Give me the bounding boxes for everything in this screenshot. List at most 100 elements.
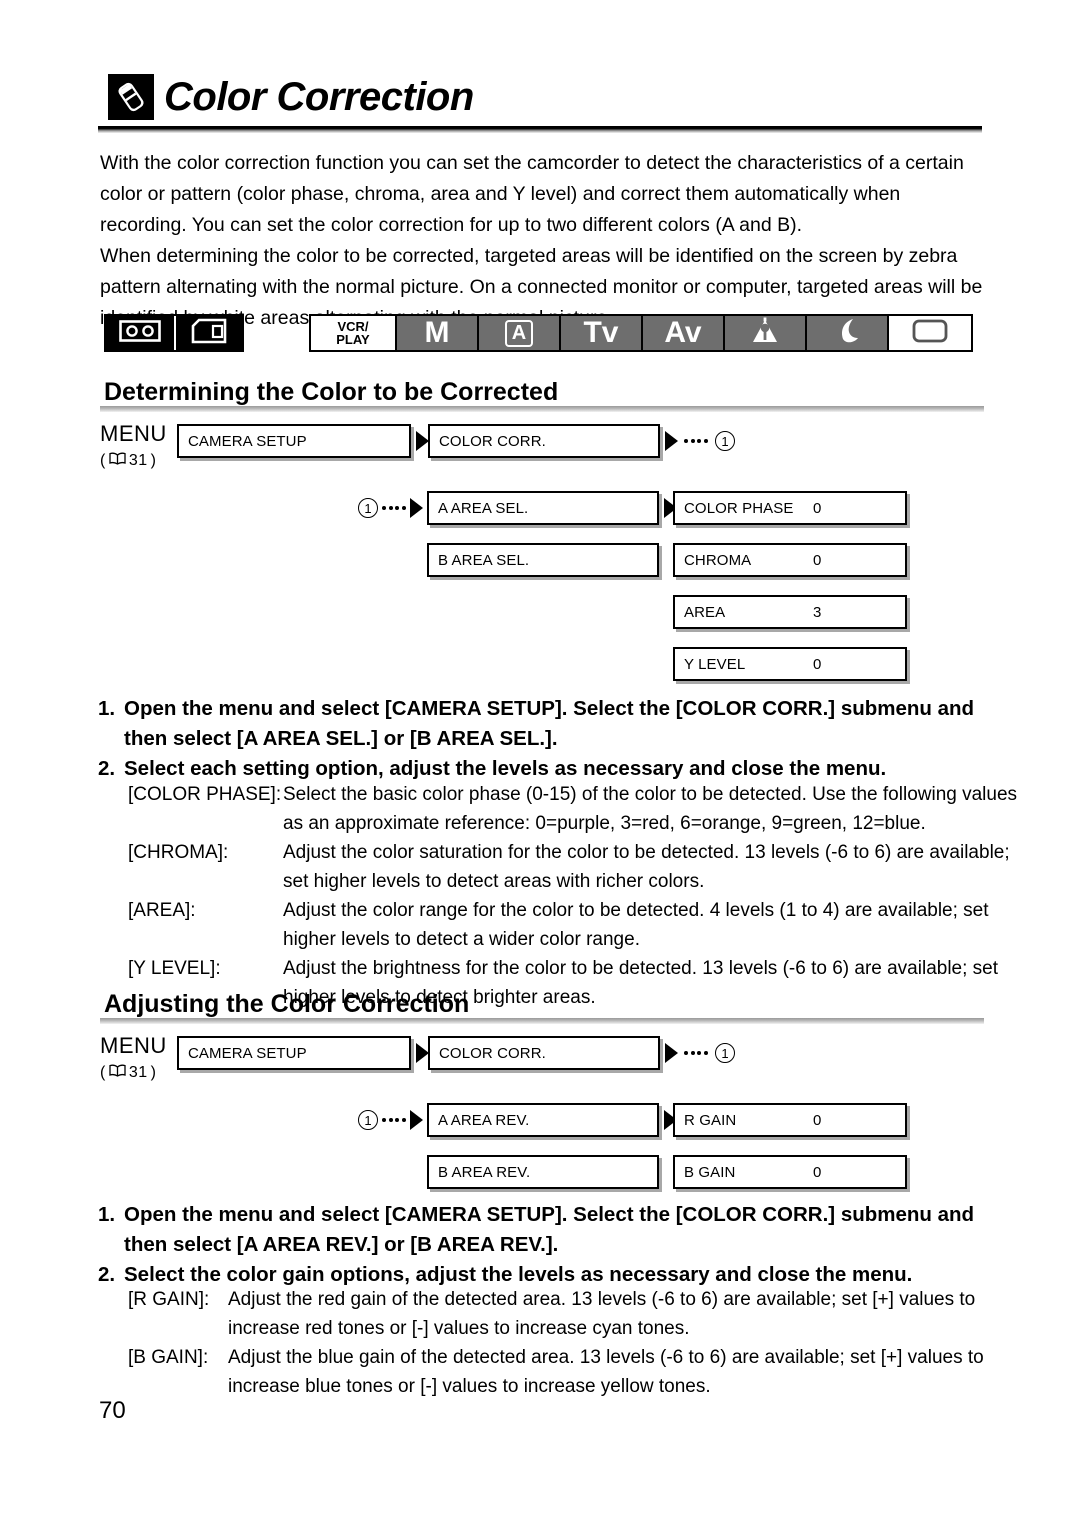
step-text: Open the menu and select [CAMERA SETUP].… (124, 697, 975, 750)
section-1-divider (100, 406, 984, 412)
menu-item-label: COLOR CORR. (439, 1044, 546, 1062)
flow-marker-2-ref: 1 (358, 1110, 378, 1130)
ref-open-paren: ( (100, 452, 106, 469)
menu-item-value: 0 (813, 499, 822, 517)
step-number: 2. (98, 757, 116, 780)
menu-item-label: B AREA SEL. (438, 551, 530, 569)
param-row: [AREA]: Adjust the color range for the c… (128, 896, 1033, 954)
media-group (104, 314, 244, 352)
menu-item-a-area-rev[interactable]: A AREA REV. (427, 1103, 659, 1137)
param-desc: Adjust the color saturation for the colo… (283, 842, 1010, 892)
param-term: [CHROMA]: (128, 842, 229, 863)
param-desc: Adjust the color range for the color to … (283, 900, 989, 950)
mode-night (807, 316, 889, 350)
menu-item-camera-setup-1[interactable]: CAMERA SETUP (177, 424, 411, 458)
param-row: [CHROMA]: Adjust the color saturation fo… (128, 838, 1033, 896)
menu-item-a-area-sel[interactable]: A AREA SEL. (427, 491, 659, 525)
menu-item-y-level[interactable]: Y LEVEL 0 (673, 647, 907, 681)
flow-marker-1-ref: 1 (358, 498, 378, 518)
ref-close-paren: ) (150, 1064, 157, 1081)
menu-item-label: CHROMA (684, 551, 752, 569)
title-divider (98, 126, 982, 133)
step-text: Open the menu and select [CAMERA SETUP].… (124, 1203, 975, 1256)
flow-dots-icon (684, 439, 708, 443)
menu-item-label: AREA (684, 603, 726, 621)
section-2-heading: Adjusting the Color Correction (104, 990, 470, 1018)
param-row: [COLOR PHASE]: Select the basic color ph… (128, 780, 1033, 838)
menu-item-b-area-sel[interactable]: B AREA SEL. (427, 543, 659, 577)
menu-item-b-area-rev[interactable]: B AREA REV. (427, 1155, 659, 1189)
menu-item-label: B AREA REV. (438, 1163, 531, 1181)
menu-item-value: 0 (813, 551, 822, 569)
menu-flow-1-label: MENU (100, 421, 167, 446)
menu-item-label: COLOR CORR. (439, 432, 546, 450)
color-correction-badge-icon (108, 74, 154, 120)
menu-item-color-phase[interactable]: COLOR PHASE 0 (673, 491, 907, 525)
mode-vcr-line2: PLAY (336, 332, 370, 347)
step-number: 1. (98, 1203, 116, 1226)
section-2-params: [R GAIN]: Adjust the red gain of the det… (128, 1285, 1033, 1401)
flow-arrow-icon (410, 498, 423, 518)
ref-page-number: 31 (128, 452, 148, 469)
menu-item-value: 3 (813, 603, 822, 621)
menu-item-label: CAMERA SETUP (188, 1044, 307, 1062)
mode-manual-label: M (424, 316, 450, 349)
param-row: [B GAIN]: Adjust the blue gain of the de… (128, 1343, 1033, 1401)
menu-item-area[interactable]: AREA 3 (673, 595, 907, 629)
section-1-heading: Determining the Color to be Corrected (104, 378, 559, 406)
menu-item-label: CAMERA SETUP (188, 432, 307, 450)
intro-paragraph-1: With the color correction function you c… (100, 152, 964, 236)
section-2-steps: 1. Open the menu and select [CAMERA SETU… (98, 1200, 998, 1290)
mode-card-rec (889, 316, 971, 350)
rounded-rect-icon (912, 319, 948, 348)
param-term: [B GAIN]: (128, 1347, 209, 1368)
menu-flow-2-label-group: MENU ( 31 ) (100, 1034, 167, 1085)
mode-vcr-play: VCR/ PLAY (311, 316, 397, 350)
param-term: [R GAIN]: (128, 1289, 210, 1310)
shooting-mode-bar: VCR/ PLAY M A Tv Av (309, 314, 973, 352)
param-row: [R GAIN]: Adjust the red gain of the det… (128, 1285, 1033, 1343)
mode-auto-label: A (504, 319, 534, 347)
step-item: 1. Open the menu and select [CAMERA SETU… (98, 694, 998, 754)
flow-arrow-icon (665, 1043, 678, 1063)
media-tape (106, 316, 174, 350)
mode-av-label: Av (664, 316, 702, 349)
menu-flow-1-page-ref: ( 31 ) (100, 449, 167, 473)
mode-tv-label: Tv (583, 316, 619, 349)
menu-item-camera-setup-2[interactable]: CAMERA SETUP (177, 1036, 411, 1070)
menu-item-b-gain[interactable]: B GAIN 0 (673, 1155, 907, 1189)
menu-item-r-gain[interactable]: R GAIN 0 (673, 1103, 907, 1137)
memory-card-icon (191, 318, 227, 349)
ref-page-number: 31 (128, 1064, 148, 1081)
section-1-steps: 1. Open the menu and select [CAMERA SETU… (98, 694, 998, 784)
menu-item-value: 0 (813, 655, 822, 673)
step-number: 2. (98, 1263, 116, 1286)
menu-item-color-corr-1[interactable]: COLOR CORR. (428, 424, 660, 458)
menu-item-label: A AREA REV. (438, 1111, 530, 1129)
param-desc: Adjust the blue gain of the detected are… (228, 1347, 984, 1397)
flow-marker-2: 1 (715, 1043, 735, 1063)
menu-item-color-corr-2[interactable]: COLOR CORR. (428, 1036, 660, 1070)
moon-icon (833, 317, 861, 350)
param-term: [AREA]: (128, 900, 196, 921)
ref-close-paren: ) (150, 452, 157, 469)
media-card (174, 316, 242, 350)
mode-tv: Tv (561, 316, 643, 350)
menu-item-label: Y LEVEL (684, 655, 746, 673)
book-icon (109, 1061, 126, 1085)
spotlight-icon (750, 317, 780, 350)
menu-flow-2-label: MENU (100, 1033, 167, 1058)
section-2-divider (100, 1018, 984, 1024)
flow-arrow-icon (410, 1110, 423, 1130)
flow-arrow-icon (665, 431, 678, 451)
menu-item-chroma[interactable]: CHROMA 0 (673, 543, 907, 577)
menu-flow-2-page-ref: ( 31 ) (100, 1061, 167, 1085)
media-icon-group (104, 314, 244, 352)
mode-manual: M (397, 316, 479, 350)
page-title-row: Color Correction (108, 74, 474, 120)
menu-flow-1-label-group: MENU ( 31 ) (100, 422, 167, 473)
mode-auto: A (479, 316, 561, 350)
ref-open-paren: ( (100, 1064, 106, 1081)
flow-marker-1: 1 (715, 431, 735, 451)
flow-dots-icon (382, 506, 406, 510)
